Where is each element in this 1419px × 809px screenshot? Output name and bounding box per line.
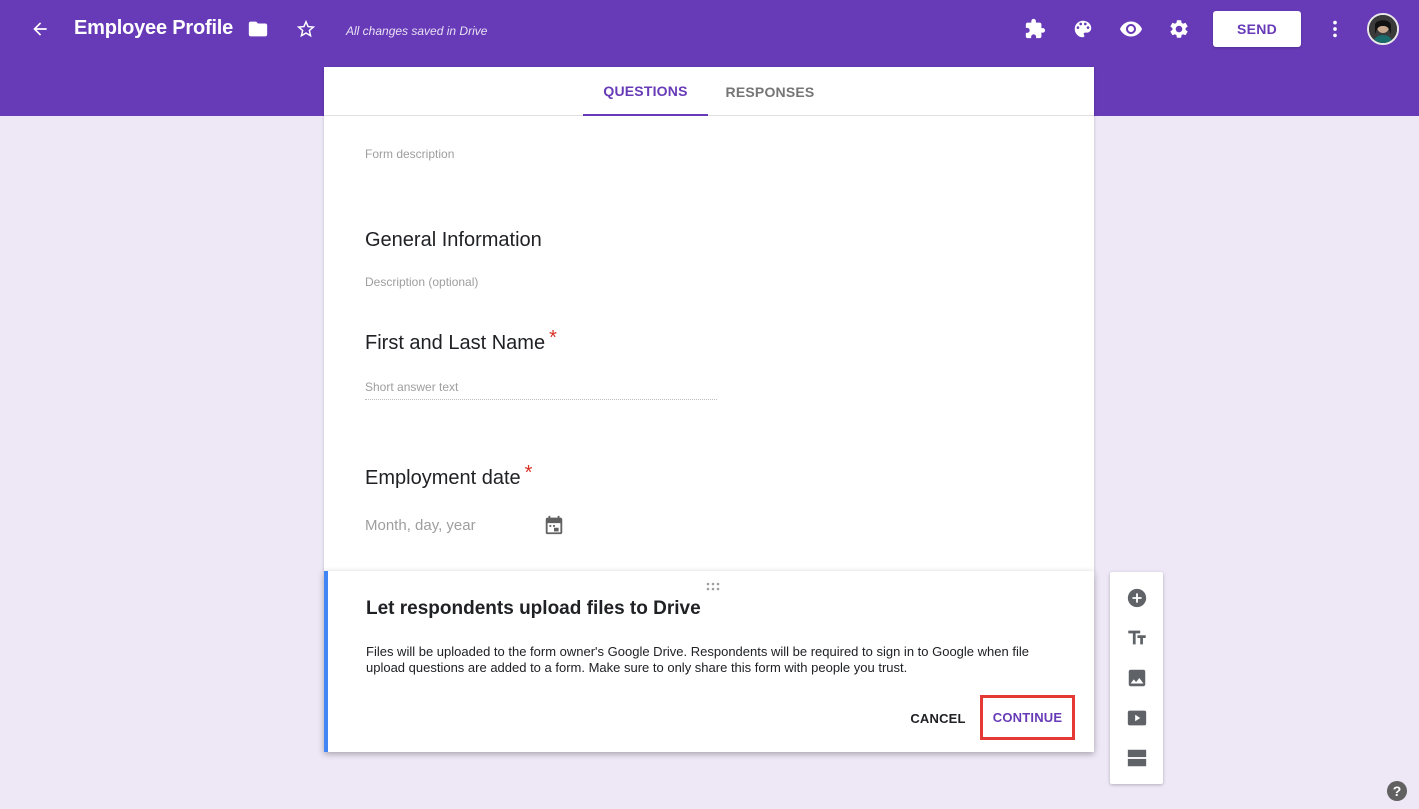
help-icon[interactable]: ?: [1387, 781, 1407, 801]
short-answer-underline: [365, 399, 717, 400]
back-arrow-icon[interactable]: [28, 17, 52, 41]
section-title[interactable]: General Information: [365, 229, 542, 252]
form-description-field[interactable]: Form description: [365, 147, 454, 161]
question-toolbar: [1110, 572, 1163, 784]
tab-responses[interactable]: RESPONSES: [708, 67, 832, 116]
question-title: Employment date: [365, 467, 521, 489]
add-image-icon[interactable]: [1124, 665, 1150, 691]
preview-eye-icon[interactable]: [1119, 17, 1143, 41]
cancel-button[interactable]: CANCEL: [906, 700, 970, 736]
addons-puzzle-icon[interactable]: [1023, 17, 1047, 41]
question-employment-date[interactable]: Employment date *: [365, 462, 532, 490]
palette-icon[interactable]: [1071, 17, 1095, 41]
star-icon[interactable]: [294, 17, 318, 41]
tab-questions[interactable]: QUESTIONS: [583, 67, 708, 116]
add-title-icon[interactable]: [1124, 625, 1150, 651]
tab-bar: QUESTIONS RESPONSES: [324, 67, 1094, 116]
date-placeholder: Month, day, year: [365, 517, 476, 534]
more-vert-icon[interactable]: [1323, 17, 1347, 41]
drag-handle-icon[interactable]: [706, 579, 722, 597]
add-section-icon[interactable]: [1124, 745, 1150, 771]
settings-gear-icon[interactable]: [1167, 17, 1191, 41]
required-mark: *: [524, 462, 533, 484]
form-title[interactable]: Employee Profile: [74, 17, 233, 40]
calendar-icon[interactable]: [543, 514, 565, 536]
add-question-icon[interactable]: [1124, 585, 1150, 611]
dialog-body: Files will be uploaded to the form owner…: [366, 644, 1029, 675]
save-status: All changes saved in Drive: [346, 24, 488, 38]
question-first-last-name[interactable]: First and Last Name *: [365, 327, 557, 355]
avatar[interactable]: [1367, 13, 1399, 45]
question-title: First and Last Name: [365, 332, 546, 354]
continue-button[interactable]: CONTINUE: [980, 695, 1075, 740]
send-button[interactable]: SEND: [1213, 11, 1301, 47]
short-answer-placeholder: Short answer text: [365, 380, 459, 394]
section-description-field[interactable]: Description (optional): [365, 275, 478, 289]
file-upload-dialog: Let respondents upload files to Drive Fi…: [324, 571, 1094, 752]
required-mark: *: [549, 327, 557, 349]
folder-icon[interactable]: [246, 17, 270, 41]
dialog-title: Let respondents upload files to Drive: [366, 598, 701, 619]
add-video-icon[interactable]: [1124, 705, 1150, 731]
form-card: QUESTIONS RESPONSES Form description Gen…: [324, 67, 1094, 572]
